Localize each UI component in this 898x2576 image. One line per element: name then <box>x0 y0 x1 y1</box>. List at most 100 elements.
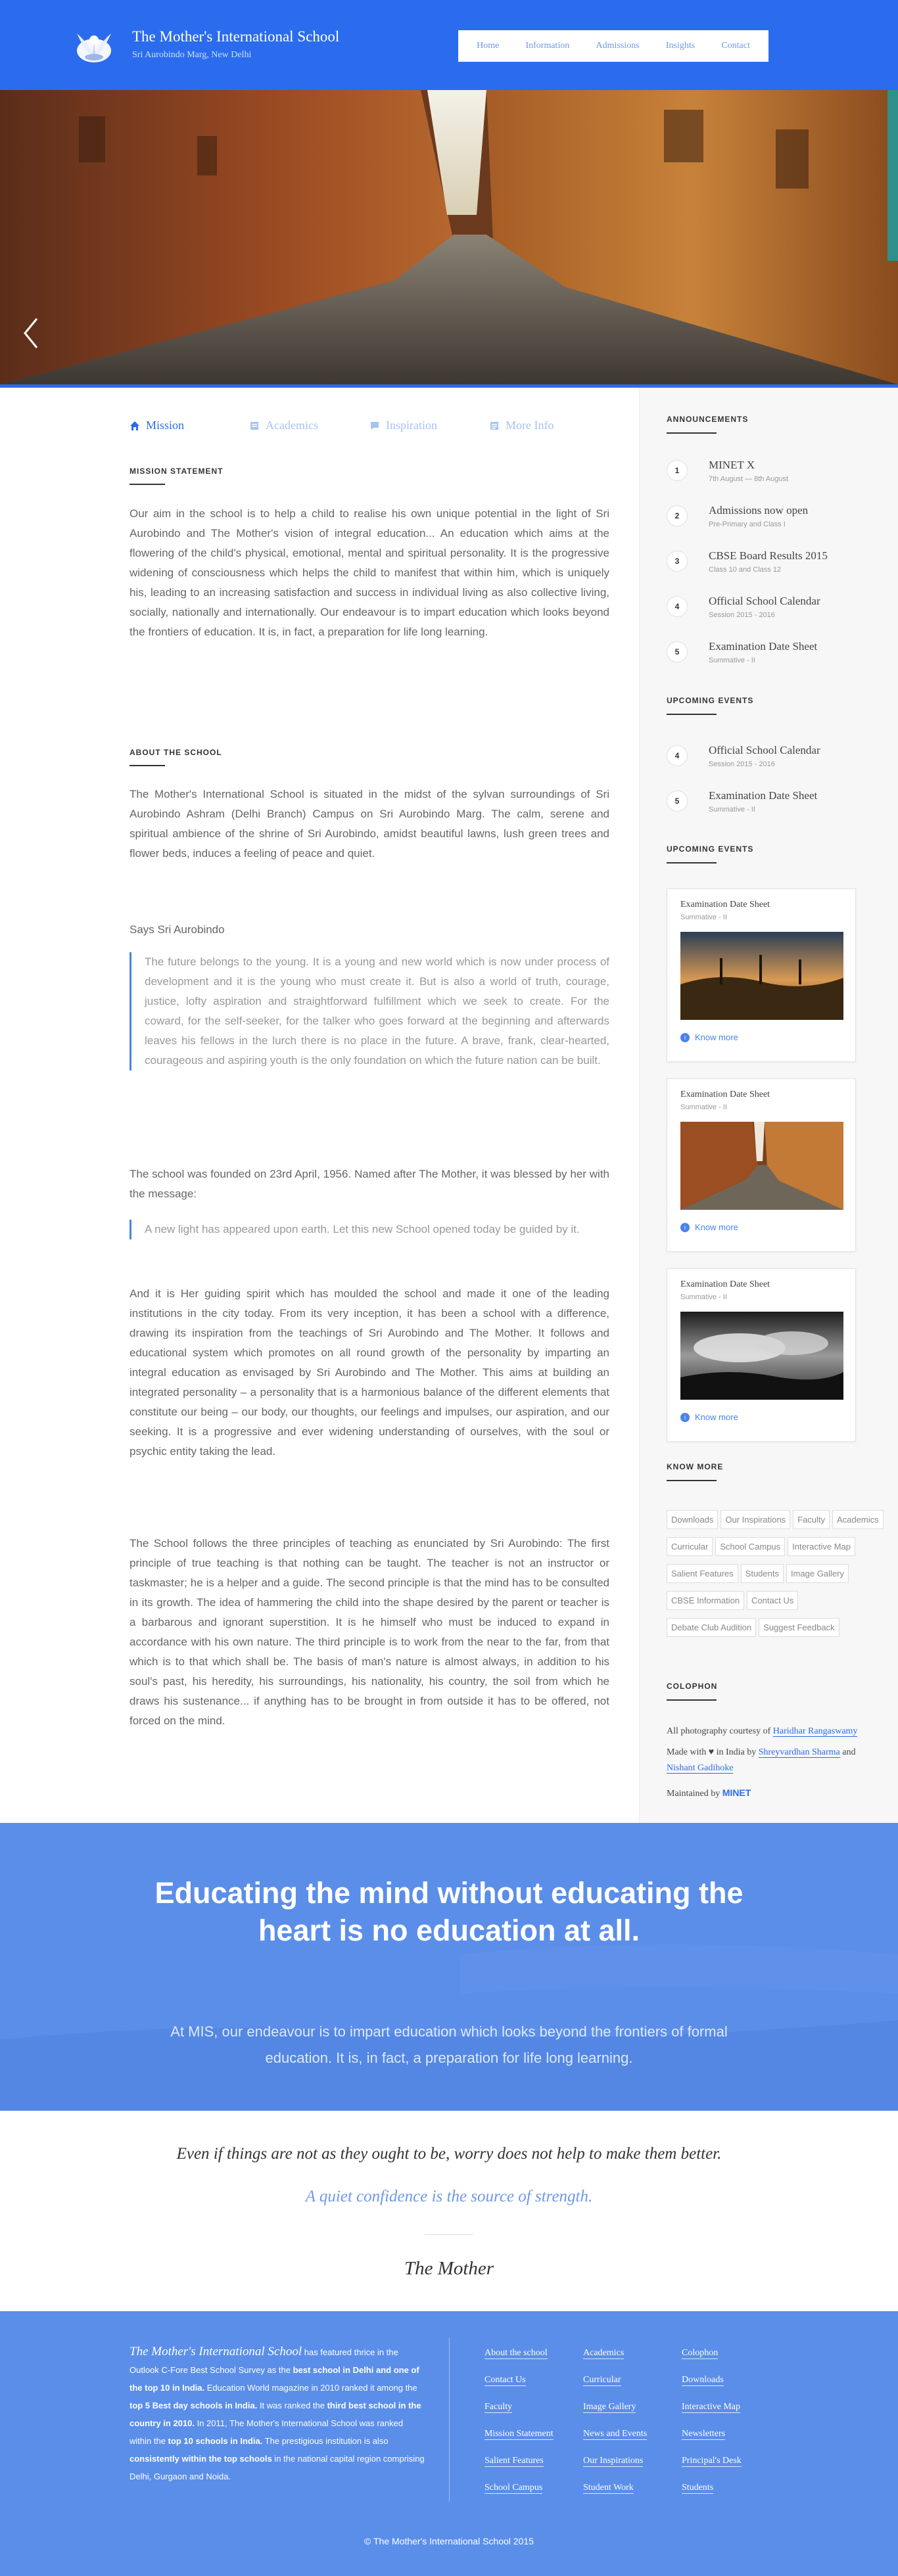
upcoming-number: 5 <box>667 791 688 812</box>
site-footer: The Mother's International School has fe… <box>0 2311 898 2576</box>
footer-link[interactable]: Interactive Map <box>682 2402 741 2413</box>
upcoming-item[interactable]: 4 Official School Calendar Session 2015 … <box>667 744 884 777</box>
mother-quote-line-1: Even if things are not as they ought to … <box>176 2145 722 2163</box>
tag-link[interactable]: Downloads <box>667 1510 719 1529</box>
footer-link[interactable]: Newsletters <box>682 2429 726 2440</box>
tab-mission[interactable]: Mission <box>130 419 184 432</box>
tag-link[interactable]: Interactive Map <box>788 1537 855 1556</box>
footer-text-part: It was ranked the <box>257 2401 327 2410</box>
event-know-more-link[interactable]: i Know more <box>680 1032 738 1042</box>
nav-home[interactable]: Home <box>477 41 499 51</box>
event-title[interactable]: Examination Date Sheet <box>680 1279 770 1290</box>
event-card[interactable]: Examination Date Sheet Summative - II i … <box>667 1268 856 1442</box>
footer-link[interactable]: Principal's Desk <box>682 2456 742 2467</box>
announcement-item[interactable]: 1 MINET X 7th August — 8th August <box>667 459 884 492</box>
event-card[interactable]: Examination Date Sheet Summative - II i … <box>667 1078 856 1252</box>
nav-contact[interactable]: Contact <box>721 41 750 51</box>
nav-admissions[interactable]: Admissions <box>596 41 640 51</box>
footer-link[interactable]: Students <box>682 2483 714 2494</box>
about-heading: ABOUT THE SCHOOL <box>130 748 222 766</box>
footer-link[interactable]: Colophon <box>682 2348 719 2359</box>
list-icon <box>490 421 498 430</box>
announcement-title[interactable]: CBSE Board Results 2015 <box>709 549 828 563</box>
footer-text-bold: top 5 Best day schools in India. <box>130 2401 258 2410</box>
footer-divider <box>449 2337 450 2502</box>
event-title[interactable]: Examination Date Sheet <box>680 900 770 910</box>
footer-link[interactable]: Contact Us <box>484 2375 526 2386</box>
announcement-title[interactable]: Examination Date Sheet <box>709 640 817 653</box>
colophon-heading: COLOPHON <box>667 1682 717 1701</box>
footer-link[interactable]: Salient Features <box>484 2456 544 2467</box>
event-know-more-link[interactable]: i Know more <box>680 1412 738 1422</box>
footer-link[interactable]: Curricular <box>583 2375 621 2386</box>
colophon-maintained-prefix: Maintained by <box>667 1789 721 1799</box>
footer-text-part: Education World magazine in 2010 ranked … <box>204 2383 417 2393</box>
upcoming-title[interactable]: Official School Calendar <box>709 744 820 757</box>
about-paragraph-4: The School follows the three principles … <box>130 1537 609 1727</box>
footer-link[interactable]: Mission Statement <box>484 2429 554 2440</box>
site-header: The Mother's International School Sri Au… <box>0 0 898 90</box>
tab-more-info[interactable]: More Info <box>489 419 554 432</box>
upcoming-item[interactable]: 5 Examination Date Sheet Summative - II <box>667 789 884 822</box>
tag-link[interactable]: Curricular <box>667 1537 713 1556</box>
tab-academics[interactable]: Academics <box>249 419 318 432</box>
event-image-alley <box>680 1122 843 1210</box>
event-image-landscape <box>680 932 843 1020</box>
content-tabs: Mission Academics Inspiration More Info <box>130 419 609 438</box>
announcement-title[interactable]: Admissions now open <box>709 504 808 517</box>
announcement-item[interactable]: 3 CBSE Board Results 2015 Class 10 and C… <box>667 549 884 582</box>
upcoming-title[interactable]: Examination Date Sheet <box>709 789 817 802</box>
tag-link[interactable]: Suggest Feedback <box>759 1618 839 1637</box>
tab-inspiration[interactable]: Inspiration <box>369 419 437 432</box>
announcement-item[interactable]: 2 Admissions now open Pre-Primary and Cl… <box>667 504 884 537</box>
footer-link[interactable]: News and Events <box>583 2429 648 2440</box>
about-heading-text: ABOUT THE SCHOOL <box>130 748 222 757</box>
home-icon <box>130 421 139 430</box>
event-title[interactable]: Examination Date Sheet <box>680 1090 770 1100</box>
tag-link[interactable]: Faculty <box>793 1510 830 1529</box>
announcement-subtitle: Session 2015 - 2016 <box>709 611 775 619</box>
tag-link[interactable]: Our Inspirations <box>721 1510 791 1529</box>
colophon-photo-prefix: All photography courtesy of <box>667 1726 771 1736</box>
nav-insights[interactable]: Insights <box>666 41 695 51</box>
maker-link[interactable]: Shreyvardhan Sharma <box>758 1747 840 1758</box>
hero-image-alley <box>0 90 898 384</box>
tag-link[interactable]: Students <box>740 1564 784 1583</box>
top-navigation: Home Information Admissions Insights Con… <box>458 30 768 62</box>
announcements-heading: ANNOUNCEMENTS <box>667 415 748 434</box>
photographer-link[interactable]: Haridhar Rangaswamy <box>772 1726 858 1737</box>
event-know-more-label: Know more <box>695 1222 738 1232</box>
maker-link[interactable]: Nishant Gadihoke <box>667 1763 734 1774</box>
announcement-title[interactable]: Official School Calendar <box>709 595 820 608</box>
tag-link[interactable]: CBSE Information <box>667 1591 745 1610</box>
school-logo-icon[interactable] <box>70 20 118 68</box>
event-card[interactable]: Examination Date Sheet Summative - II i … <box>667 888 856 1062</box>
mother-quote-line-2: A quiet confidence is the source of stre… <box>305 2188 593 2205</box>
announcement-item[interactable]: 4 Official School Calendar Session 2015 … <box>667 595 884 628</box>
footer-link[interactable]: Downloads <box>682 2375 724 2386</box>
announcement-title[interactable]: MINET X <box>709 459 755 472</box>
footer-link[interactable]: Student Work <box>583 2483 634 2494</box>
site-title[interactable]: The Mother's International School <box>132 28 339 45</box>
site-subtitle: Sri Aurobindo Marg, New Delhi <box>132 50 252 60</box>
footer-link[interactable]: Image Gallery <box>583 2402 636 2413</box>
about-paragraph-1: The Mother's International School is sit… <box>130 788 609 860</box>
footer-link[interactable]: School Campus <box>484 2483 543 2494</box>
tag-link[interactable]: School Campus <box>715 1537 786 1556</box>
tag-link[interactable]: Image Gallery <box>786 1564 849 1583</box>
aurobindo-quote: The future belongs to the young. It is a… <box>130 952 609 1070</box>
footer-link[interactable]: Our Inspirations <box>583 2456 644 2467</box>
tag-link[interactable]: Academics <box>832 1510 884 1529</box>
minet-link[interactable]: MINET <box>722 1787 751 1798</box>
tag-link[interactable]: Debate Club Audition <box>667 1618 757 1637</box>
tag-link[interactable]: Contact Us <box>747 1591 799 1610</box>
footer-link[interactable]: About the school <box>484 2348 548 2359</box>
nav-information[interactable]: Information <box>525 41 569 51</box>
hero-prev-arrow-icon[interactable] <box>18 313 45 353</box>
mission-heading-text: MISSION STATEMENT <box>130 467 224 476</box>
event-know-more-link[interactable]: i Know more <box>680 1222 738 1232</box>
announcement-item[interactable]: 5 Examination Date Sheet Summative - II <box>667 640 884 673</box>
footer-link[interactable]: Academics <box>583 2348 625 2359</box>
tag-link[interactable]: Salient Features <box>667 1564 738 1583</box>
footer-link[interactable]: Faculty <box>484 2402 512 2413</box>
